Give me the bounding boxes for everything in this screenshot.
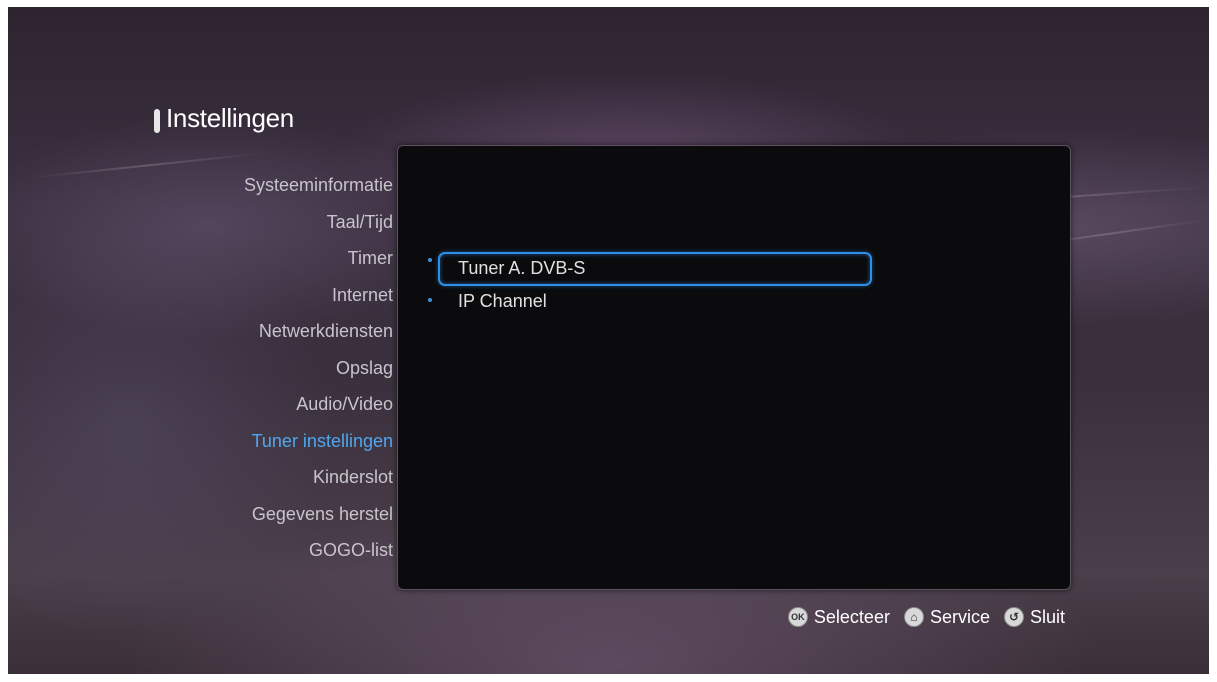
tv-screen: Instellingen Systeeminformatie Taal/Tijd… <box>8 7 1209 674</box>
option-ip-channel[interactable]: IP Channel <box>458 286 547 316</box>
ok-button-icon: OK <box>787 607 808 627</box>
menu-item-opslag[interactable]: Opslag <box>244 350 393 387</box>
menu-item-gogo-list[interactable]: GOGO-list <box>244 532 393 569</box>
menu-item-systeeminformatie[interactable]: Systeeminformatie <box>244 167 393 204</box>
hint-select[interactable]: OK Selecteer <box>787 606 890 628</box>
option-tuner-a[interactable]: Tuner A. DVB-S <box>458 253 585 283</box>
settings-menu: Systeeminformatie Taal/Tijd Timer Intern… <box>244 167 393 569</box>
menu-item-kinderslot[interactable]: Kinderslot <box>244 459 393 496</box>
menu-item-timer[interactable]: Timer <box>244 240 393 277</box>
hint-service[interactable]: ⌂ Service <box>903 606 990 628</box>
title-marker <box>154 109 160 133</box>
back-button-icon: ↺ <box>1003 607 1024 627</box>
menu-item-taal-tijd[interactable]: Taal/Tijd <box>244 204 393 241</box>
menu-item-audio-video[interactable]: Audio/Video <box>244 386 393 423</box>
menu-item-internet[interactable]: Internet <box>244 277 393 314</box>
menu-item-gegevens-herstel[interactable]: Gegevens herstel <box>244 496 393 533</box>
bullet-icon <box>428 298 432 302</box>
hint-label: Service <box>929 606 990 627</box>
content-panel: Tuner A. DVB-S IP Channel <box>397 145 1071 590</box>
menu-item-tuner-instellingen[interactable]: Tuner instellingen <box>244 423 393 460</box>
home-button-icon: ⌂ <box>903 607 924 627</box>
button-hints: OK Selecteer ⌂ Service ↺ Sluit <box>787 604 1065 630</box>
bullet-icon <box>428 258 432 262</box>
background-streak <box>27 151 267 179</box>
hint-close[interactable]: ↺ Sluit <box>1003 606 1065 628</box>
hint-label: Selecteer <box>813 606 890 627</box>
menu-item-netwerkdiensten[interactable]: Netwerkdiensten <box>244 313 393 350</box>
hint-label: Sluit <box>1029 606 1065 627</box>
page-title: Instellingen <box>166 103 294 133</box>
